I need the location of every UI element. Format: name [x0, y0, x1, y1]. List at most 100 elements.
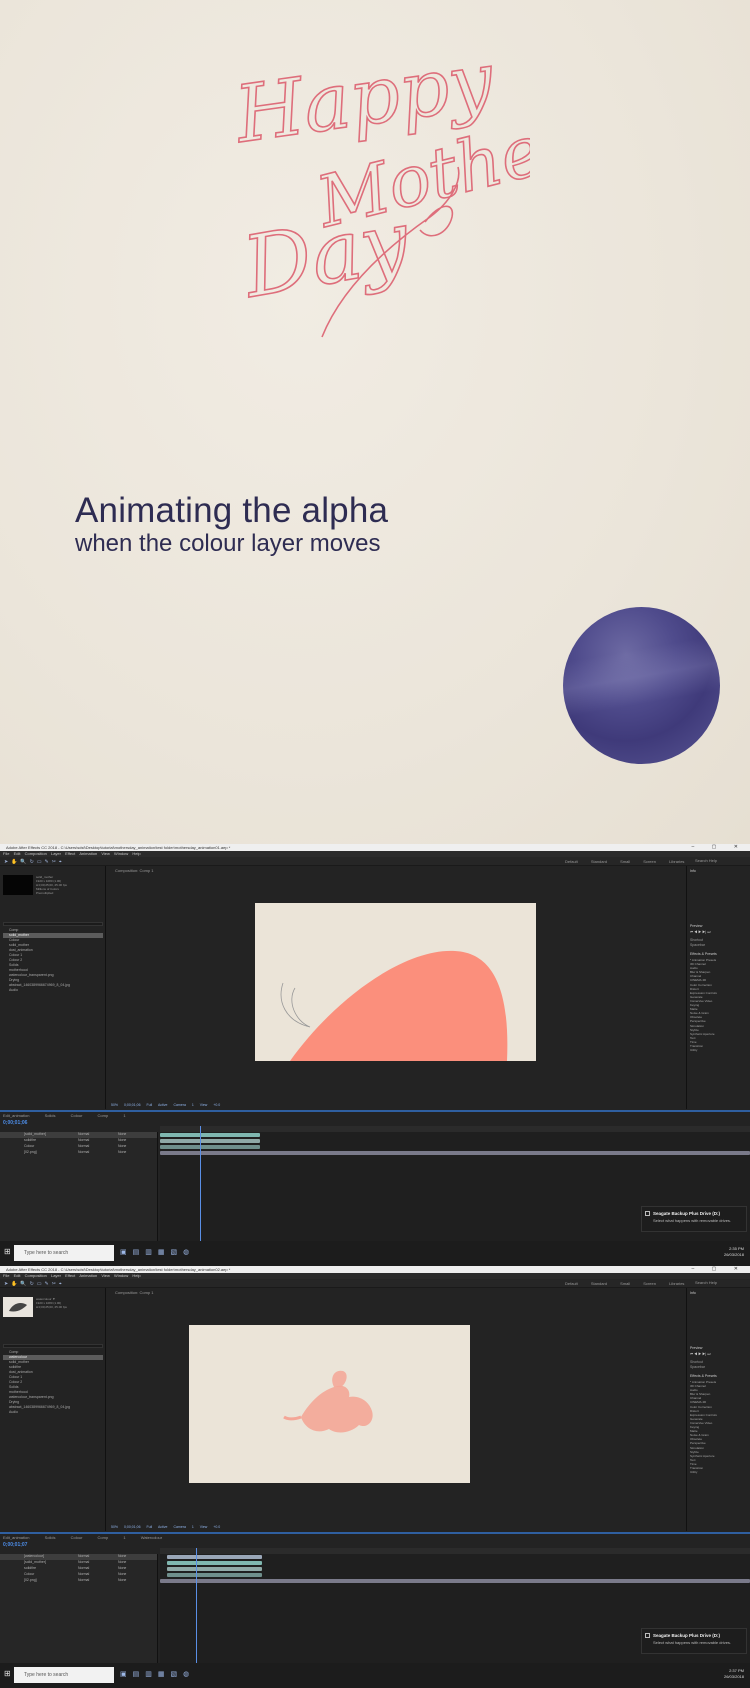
window-controls[interactable]: – ▢ ✕ [692, 844, 746, 850]
drive-notification[interactable]: Seagate Backup Plus Drive (D:) Select wh… [641, 1628, 747, 1654]
menu-layer[interactable]: Layer [51, 851, 61, 856]
layer-parent[interactable]: None [118, 1566, 126, 1570]
layer-parent[interactable]: None [118, 1572, 126, 1576]
menu-help[interactable]: Help [132, 851, 140, 856]
drive-notification[interactable]: Seagate Backup Plus Drive (D:) Select wh… [641, 1206, 747, 1232]
layer-mode[interactable]: Normal [78, 1138, 89, 1142]
menu-effect[interactable]: Effect [65, 851, 75, 856]
search-help-field[interactable]: Search Help [695, 858, 717, 863]
taskbar-clock[interactable]: 2:37 PM 26/03/2018 [724, 1668, 744, 1680]
menu-window[interactable]: Window [114, 1273, 128, 1278]
timeline-tabs[interactable]: Edit_animation Solids Colour Comp 1 [3, 1113, 126, 1118]
windows-start-icon[interactable]: ⊞ [4, 1247, 11, 1256]
taskbar-clock[interactable]: 2:35 PM 26/03/2018 [724, 1246, 744, 1258]
layer-name: solidfire [24, 1138, 37, 1142]
timeline-tabs[interactable]: Edit_animation Solids Colour Comp 1 Wate… [3, 1535, 162, 1540]
track-bar[interactable] [167, 1561, 262, 1565]
layer-parent[interactable]: None [118, 1554, 126, 1558]
viewer-footer[interactable]: 50% 0;00;01;06 Full Active Camera 1 View… [111, 1103, 220, 1107]
effects-presets-label[interactable]: Effects & Presets [690, 1374, 717, 1378]
project-item[interactable]: Audio [3, 1410, 103, 1415]
tool-icons[interactable]: ➤✋🔍↻▭✎✂⌖ [4, 1281, 65, 1287]
composition-frame[interactable] [255, 903, 536, 1061]
effects-presets-label[interactable]: Effects & Presets [690, 952, 717, 956]
menu-view[interactable]: View [101, 1273, 110, 1278]
layer-mode[interactable]: Normal [78, 1144, 89, 1148]
layer-row[interactable]: [02.png] Normal None [0, 1150, 157, 1156]
workspace-switcher[interactable]: Default Standard Small Screen Libraries [565, 859, 684, 864]
menu-edit[interactable]: Edit [14, 851, 21, 856]
after-effects-screen-1: Adobe After Effects CC 2018 - C:\Users\s… [0, 844, 750, 1266]
layer-mode[interactable]: Normal [78, 1566, 89, 1570]
menu-composition[interactable]: Composition [25, 1273, 47, 1278]
info-panel-label[interactable]: Info [690, 1291, 696, 1295]
taskbar-app-icons[interactable]: ▣▤▥▦▧◍ [120, 1248, 195, 1256]
preview-panel-label[interactable]: Preview [690, 1346, 702, 1350]
workspace-switcher[interactable]: Default Standard Small Screen Libraries [565, 1281, 684, 1286]
menu-layer[interactable]: Layer [51, 1273, 61, 1278]
layer-parent[interactable]: None [118, 1578, 126, 1582]
current-time-indicator[interactable] [200, 1126, 201, 1243]
project-search-input[interactable] [3, 1344, 103, 1348]
menu-file[interactable]: File [3, 851, 9, 856]
composition-frame[interactable] [189, 1325, 470, 1483]
taskbar-app-icons[interactable]: ▣▤▥▦▧◍ [120, 1670, 195, 1678]
windows-start-icon[interactable]: ⊞ [4, 1669, 11, 1678]
spacebar-select[interactable]: Spacebar [690, 943, 705, 947]
menu-effect[interactable]: Effect [65, 1273, 75, 1278]
tools-bar: ➤✋🔍↻▭✎✂⌖ Default Standard Small Screen L… [0, 857, 750, 866]
layer-parent[interactable]: None [118, 1132, 126, 1136]
menu-help[interactable]: Help [132, 1273, 140, 1278]
composition-tab[interactable]: Composition: Comp 1 [115, 1290, 153, 1295]
track-bar[interactable] [167, 1555, 262, 1559]
track-bar[interactable] [160, 1145, 260, 1149]
layer-mode[interactable]: Normal [78, 1132, 89, 1136]
taskbar-search-input[interactable]: Type here to search [14, 1245, 114, 1261]
project-thumbnail [3, 875, 33, 895]
right-panels: Info Preview ⏮ ◀ ▶ ▶| ⏭ Shortcut Spaceba… [686, 1288, 750, 1531]
layer-parent[interactable]: None [118, 1138, 126, 1142]
info-panel-label[interactable]: Info [690, 869, 696, 873]
after-effects-screen-2: Adobe After Effects CC 2018 - C:\Users\s… [0, 1266, 750, 1688]
project-meta: watercolour ▼ 1920 x 1080 (1.00) Δ 0;00;25… [36, 1297, 67, 1309]
current-timecode[interactable]: 0;00;01;07 [3, 1542, 27, 1548]
window-controls[interactable]: – ▢ ✕ [692, 1266, 746, 1272]
menu-view[interactable]: View [101, 851, 110, 856]
menu-edit[interactable]: Edit [14, 1273, 21, 1278]
layer-parent[interactable]: None [118, 1144, 126, 1148]
preview-transport-icons[interactable]: ⏮ ◀ ▶ ▶| ⏭ [690, 1352, 710, 1356]
menu-animation[interactable]: Animation [79, 851, 97, 856]
current-time-indicator[interactable] [196, 1548, 197, 1665]
project-item[interactable]: Audio [3, 988, 103, 993]
track-bar[interactable] [160, 1133, 260, 1137]
layer-parent[interactable]: None [118, 1150, 126, 1154]
track-bar[interactable] [167, 1567, 262, 1571]
tool-icons[interactable]: ➤✋🔍↻▭✎✂⌖ [4, 859, 65, 865]
menu-file[interactable]: File [3, 1273, 9, 1278]
layer-mode[interactable]: Normal [78, 1560, 89, 1564]
layer-mode[interactable]: Normal [78, 1150, 89, 1154]
viewer-footer[interactable]: 50% 0;00;01;06 Full Active Camera 1 View… [111, 1525, 220, 1529]
layer-parent[interactable]: None [118, 1560, 126, 1564]
project-search-input[interactable] [3, 922, 103, 926]
effects-category[interactable]: Utility [690, 1470, 748, 1474]
layer-mode[interactable]: Normal [78, 1572, 89, 1576]
taskbar-search-input[interactable]: Type here to search [14, 1667, 114, 1683]
track-bar[interactable] [160, 1139, 260, 1143]
track-bar[interactable] [167, 1573, 262, 1577]
effects-category[interactable]: Utility [690, 1048, 748, 1052]
search-help-field[interactable]: Search Help [695, 1280, 717, 1285]
track-bar[interactable] [160, 1579, 750, 1583]
layer-mode[interactable]: Normal [78, 1578, 89, 1582]
preview-panel-label[interactable]: Preview [690, 924, 702, 928]
track-bar[interactable] [160, 1151, 750, 1155]
menu-window[interactable]: Window [114, 851, 128, 856]
menu-animation[interactable]: Animation [79, 1273, 97, 1278]
current-timecode[interactable]: 0;00;01;06 [3, 1120, 27, 1126]
layer-row[interactable]: [02.png] Normal None [0, 1578, 157, 1584]
layer-mode[interactable]: Normal [78, 1554, 89, 1558]
preview-transport-icons[interactable]: ⏮ ◀ ▶ ▶| ⏭ [690, 930, 710, 934]
composition-tab[interactable]: Composition: Comp 1 [115, 868, 153, 873]
menu-composition[interactable]: Composition [25, 851, 47, 856]
spacebar-select[interactable]: Spacebar [690, 1365, 705, 1369]
